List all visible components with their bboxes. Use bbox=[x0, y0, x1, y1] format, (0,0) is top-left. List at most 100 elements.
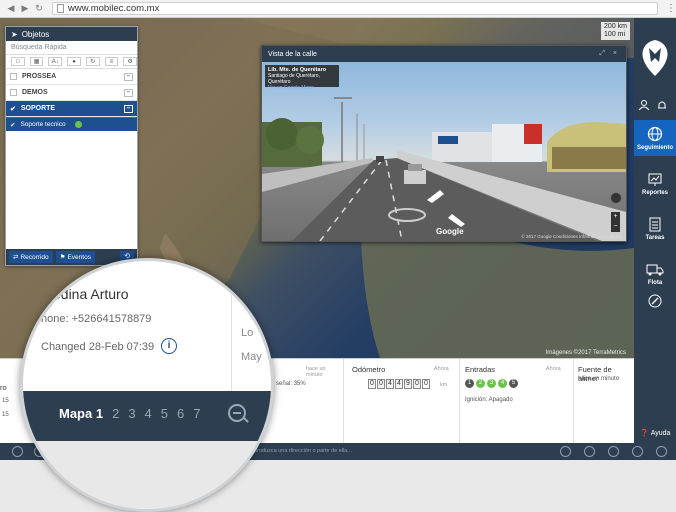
group-label: DEMOS bbox=[22, 89, 48, 96]
odometer-when: Ahora bbox=[434, 366, 449, 372]
odometer-digit: 0 bbox=[422, 379, 430, 389]
collapse-icon[interactable]: – bbox=[124, 104, 133, 113]
address-bar[interactable]: www.mobilec.com.mx bbox=[52, 2, 658, 15]
driver-name: edina Arturo bbox=[53, 286, 129, 302]
home-icon[interactable] bbox=[608, 446, 619, 457]
left-label: 15 bbox=[2, 398, 9, 404]
tab-map-7[interactable]: 7 bbox=[193, 406, 200, 421]
tab-mapa-1[interactable]: Mapa 1 bbox=[59, 406, 103, 421]
browser-nav: ◀ ▶ ↻ bbox=[6, 3, 44, 14]
group-prossea[interactable]: PROSSEA – bbox=[6, 69, 137, 85]
refresh-icon[interactable]: ↻ bbox=[85, 57, 100, 66]
clipboard-icon bbox=[649, 217, 661, 231]
collapse-icon[interactable]: – bbox=[124, 88, 133, 97]
tab-map-6[interactable]: 6 bbox=[177, 406, 184, 421]
magnified-right-label: May bbox=[241, 351, 262, 363]
inputs-label: Entradas bbox=[465, 365, 496, 374]
nav-flota[interactable]: Flota bbox=[634, 255, 676, 291]
street-view-window[interactable]: Vista de la calle ⤢ × Lib. Mte. de Queré… bbox=[261, 45, 627, 242]
group-soporte[interactable]: ✔ SOPORTE – bbox=[6, 101, 137, 117]
help-icon: ❓ bbox=[640, 430, 649, 437]
check-icon[interactable]: ✔ bbox=[10, 121, 15, 129]
collapse-icon[interactable]: – bbox=[124, 72, 133, 81]
grid-icon[interactable]: ▦ bbox=[29, 57, 44, 66]
tab-map-3[interactable]: 3 bbox=[128, 406, 135, 421]
reports-icon bbox=[648, 173, 662, 186]
magnified-right-label: Lo bbox=[241, 327, 254, 339]
forward-icon[interactable]: ▶ bbox=[20, 3, 30, 14]
group-checkbox[interactable] bbox=[10, 89, 17, 96]
odometer-label: Odómetro bbox=[352, 365, 386, 374]
sort-az-icon[interactable]: A↓ bbox=[48, 57, 63, 66]
nav-label: Reportes bbox=[641, 189, 668, 196]
location-subtitle: Santiago de Querétaro, Querétaro bbox=[268, 73, 320, 85]
group-label: PROSSEA bbox=[22, 73, 57, 80]
street-view-image[interactable]: Lib. Mte. de Querétaro Santiago de Queré… bbox=[262, 62, 626, 241]
reload-icon[interactable]: ↻ bbox=[34, 3, 44, 14]
route-icon: ⇄ bbox=[13, 254, 19, 261]
odometer-digit: 4 bbox=[386, 379, 394, 389]
input-indicator: 1 bbox=[465, 379, 474, 388]
info-col-odometer: Odómetro Ahora km bbox=[344, 359, 460, 444]
select-all-icon[interactable]: □ bbox=[11, 57, 25, 66]
magnifier-lens: edina Arturo hone: +526641578879 Changed… bbox=[20, 258, 274, 512]
input-indicator: 5 bbox=[509, 379, 518, 388]
browser-menu-icon[interactable]: ⋮ bbox=[666, 3, 676, 14]
map-tabs: Mapa 1 2 3 4 5 6 7 bbox=[59, 406, 200, 421]
magnified-divider bbox=[231, 261, 232, 391]
street-view-credit: © 2017 Google Condiciones Informar un pr… bbox=[521, 234, 622, 239]
poi-icon[interactable] bbox=[584, 446, 595, 457]
power-updated: hace un minuto bbox=[578, 376, 620, 382]
ruler-icon[interactable] bbox=[560, 446, 571, 457]
status-dot-icon bbox=[74, 121, 82, 128]
help-link[interactable]: ❓ Ayuda bbox=[640, 429, 670, 438]
google-maps-link[interactable]: Ver en Google Maps bbox=[268, 85, 336, 91]
wrench-icon[interactable] bbox=[648, 294, 662, 308]
top-icons bbox=[638, 99, 668, 111]
tab-map-4[interactable]: 4 bbox=[145, 406, 152, 421]
group-demos[interactable]: DEMOS – bbox=[6, 85, 137, 101]
driver-phone: hone: +526641578879 bbox=[41, 313, 152, 325]
back-icon[interactable]: ◀ bbox=[6, 3, 16, 14]
layers-icon[interactable] bbox=[12, 446, 23, 457]
object-item-soporte-tecnico[interactable]: ✔ Soporte tecnico i bbox=[6, 117, 137, 394]
check-icon[interactable]: ✔ bbox=[10, 105, 16, 113]
info-col-inputs: Entradas Ahora Ignición: Apagado bbox=[460, 359, 574, 444]
compass-icon[interactable] bbox=[610, 192, 622, 204]
nav-reportes[interactable]: Reportes bbox=[634, 165, 676, 201]
odometer-digit: 9 bbox=[404, 379, 412, 389]
magnified-lower-area bbox=[23, 441, 271, 509]
zoom-control[interactable]: + − bbox=[611, 212, 620, 232]
tab-map-2[interactable]: 2 bbox=[112, 406, 119, 421]
bell-icon[interactable] bbox=[656, 99, 668, 111]
nav-seguimiento[interactable]: Seguimiento bbox=[634, 120, 676, 156]
zoom-out-icon[interactable] bbox=[228, 404, 246, 422]
odometer-digit: 0 bbox=[413, 379, 421, 389]
map-scale: 200 km 100 mi bbox=[601, 22, 630, 40]
stack-icon[interactable] bbox=[632, 446, 643, 457]
tab-map-5[interactable]: 5 bbox=[161, 406, 168, 421]
odometer-digit: 4 bbox=[395, 379, 403, 389]
dot-icon[interactable]: ● bbox=[67, 57, 81, 66]
objects-panel-header: ➤ Objetos bbox=[6, 27, 137, 41]
changed-timestamp: Changed 28-Feb 07:39 bbox=[41, 341, 155, 353]
nav-tareas[interactable]: Tareas bbox=[634, 210, 676, 246]
window-controls-icon[interactable]: ⤢ × bbox=[599, 50, 620, 58]
settings-icon[interactable]: ⚙ bbox=[123, 57, 138, 66]
fullscreen-icon[interactable] bbox=[656, 446, 667, 457]
quick-search-input[interactable]: Búsqueda Rápida bbox=[6, 41, 137, 55]
nav-label: Seguimiento bbox=[636, 144, 673, 151]
truck-icon bbox=[646, 264, 664, 275]
signal-updated: hace un minuto bbox=[306, 366, 326, 378]
info-icon[interactable]: i bbox=[161, 338, 177, 354]
list-icon[interactable]: ≡ bbox=[104, 57, 119, 66]
odometer-digit: 0 bbox=[368, 379, 376, 389]
scale-km: 200 km bbox=[604, 23, 627, 30]
group-checkbox[interactable] bbox=[10, 73, 17, 80]
odometer-display: 0 0 4 4 9 0 0 bbox=[368, 379, 430, 389]
navigation-arrow-icon: ➤ bbox=[11, 29, 18, 39]
user-icon[interactable] bbox=[638, 99, 650, 111]
street-view-title: Vista de la calle bbox=[268, 50, 317, 58]
left-label: 15 bbox=[2, 412, 9, 418]
objects-panel: ➤ Objetos Búsqueda Rápida □ ▦ A↓ ● ↻ ≡ ⚙… bbox=[5, 26, 138, 394]
